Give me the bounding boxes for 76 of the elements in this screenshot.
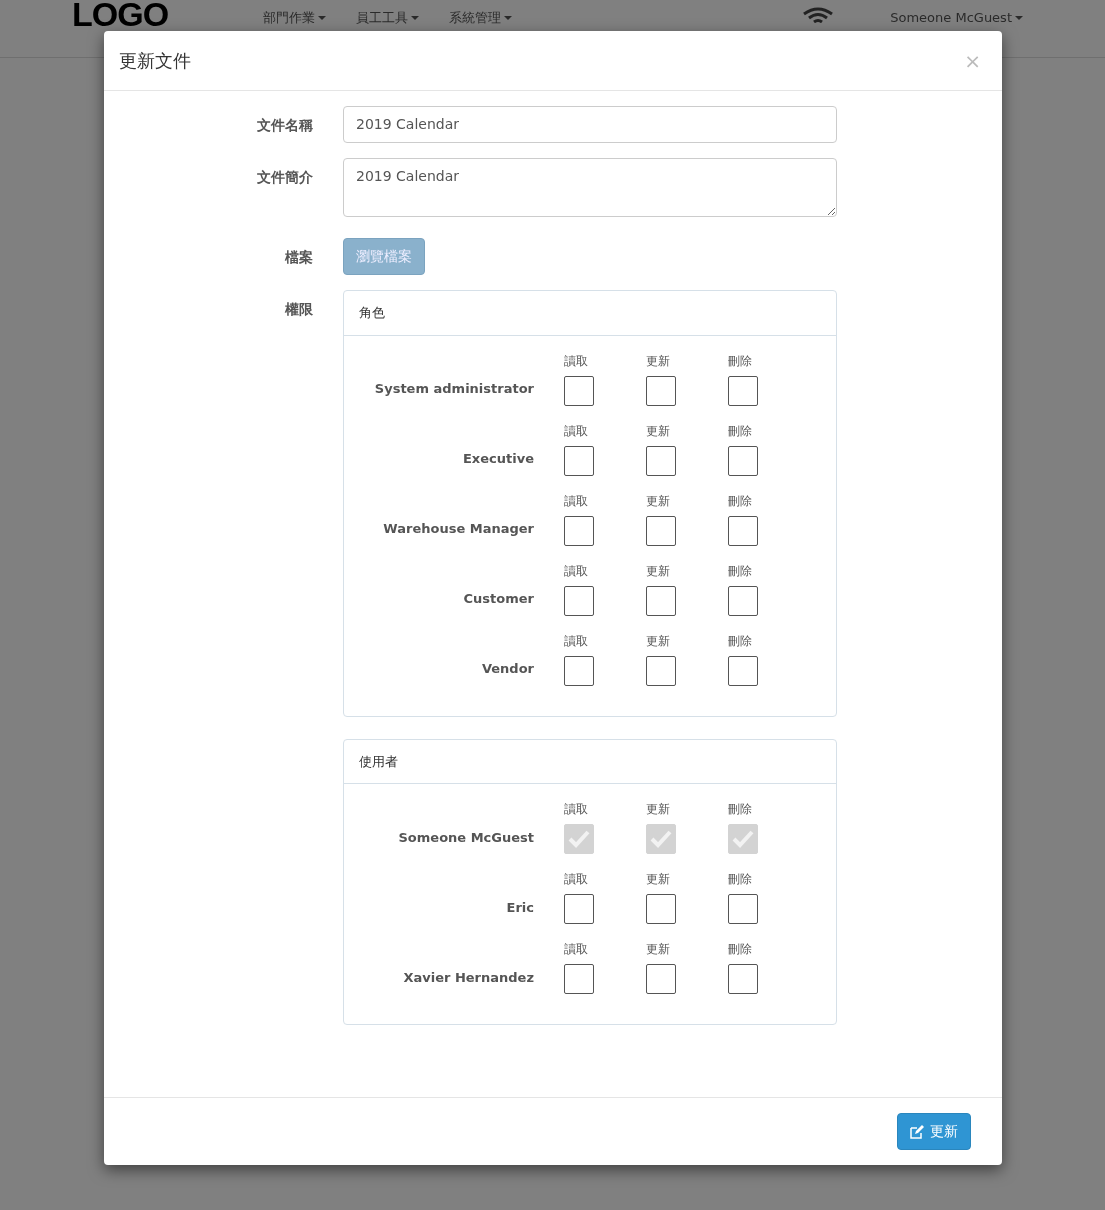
nav-menu[interactable]: 系統管理 [449,10,513,26]
column-label: 更新 [646,492,670,510]
checkbox[interactable] [646,445,676,476]
column-label: 刪除 [728,562,752,580]
checkbox[interactable] [728,585,758,616]
checkbox[interactable] [646,585,676,616]
nav-menu[interactable]: 部門作業 [263,10,327,26]
column-label: 更新 [646,801,670,818]
row-label: Executive [462,450,534,468]
row-label: Customer [462,590,534,608]
column-label: 刪除 [728,941,752,958]
column-label: 更新 [646,941,670,958]
column-label: 更新 [646,562,670,580]
close-button[interactable]: × [958,50,987,71]
caret-icon [411,15,420,20]
checkbox[interactable] [646,515,676,546]
column-label: 讀取 [564,871,588,888]
row-label: Xavier Hernandez [402,968,534,987]
column-label: 刪除 [728,492,752,510]
checkbox[interactable] [564,375,594,406]
column-label: 刪除 [728,871,752,888]
row-label: Eric [505,898,534,917]
checkbox[interactable] [646,964,676,994]
column-label: 更新 [646,422,670,440]
checkbox[interactable] [564,894,594,924]
column-label: 讀取 [564,352,588,370]
checkbox[interactable] [728,375,758,406]
column-label: 刪除 [728,632,752,650]
checkbox[interactable] [728,515,758,546]
input-field[interactable]: 2019 Calendar [343,106,837,143]
caret-icon [504,15,513,20]
caret-icon [1015,15,1023,20]
wifi-icon [802,7,835,23]
browse-button[interactable]: 瀏覽檔案 [343,238,425,275]
checkbox[interactable] [646,655,676,686]
checkbox[interactable] [728,655,758,686]
column-label: 讀取 [564,941,588,958]
user-menu[interactable]: Someone McGuest [890,10,1023,26]
field-label: 文件名稱 [256,116,313,135]
checkbox[interactable] [646,894,676,924]
column-label: 更新 [646,871,670,888]
field-label: 文件簡介 [256,168,313,187]
column-label: 刪除 [728,801,752,818]
text-area[interactable]: 2019 Calendar [343,158,837,217]
column-label: 讀取 [564,492,588,510]
column-label: 更新 [646,632,670,650]
checkbox[interactable] [564,964,594,994]
checkbox[interactable] [564,515,594,546]
caret-icon [318,15,327,20]
column-label: 讀取 [564,632,588,650]
logo: LOGO [72,0,169,31]
field-label: 權限 [284,300,313,319]
row-label: Someone McGuest [397,828,534,847]
column-label: 讀取 [564,801,588,818]
column-label: 讀取 [564,562,588,580]
row-label: Vendor [480,660,534,678]
row-label: Warehouse Manager [382,520,534,538]
modal-title: 更新文件 [119,49,191,73]
checkbox[interactable] [564,445,594,476]
column-label: 刪除 [728,352,752,370]
checkbox[interactable] [728,445,758,476]
checkbox[interactable] [564,655,594,686]
checkbox[interactable] [728,964,758,994]
column-label: 刪除 [728,422,752,440]
checkbox[interactable] [564,585,594,616]
nav-menu[interactable]: 員工工具 [356,10,420,26]
row-label: System administrator [373,380,534,398]
panel-title: 角色 [344,291,836,336]
column-label: 讀取 [564,422,588,440]
checkbox[interactable] [646,375,676,406]
field-label: 檔案 [284,248,313,267]
update-button[interactable]: 更新 [897,1113,971,1150]
checkbox[interactable] [728,894,758,924]
edit-icon [910,1124,924,1139]
column-label: 更新 [646,352,670,370]
panel-title: 使用者 [344,739,836,784]
